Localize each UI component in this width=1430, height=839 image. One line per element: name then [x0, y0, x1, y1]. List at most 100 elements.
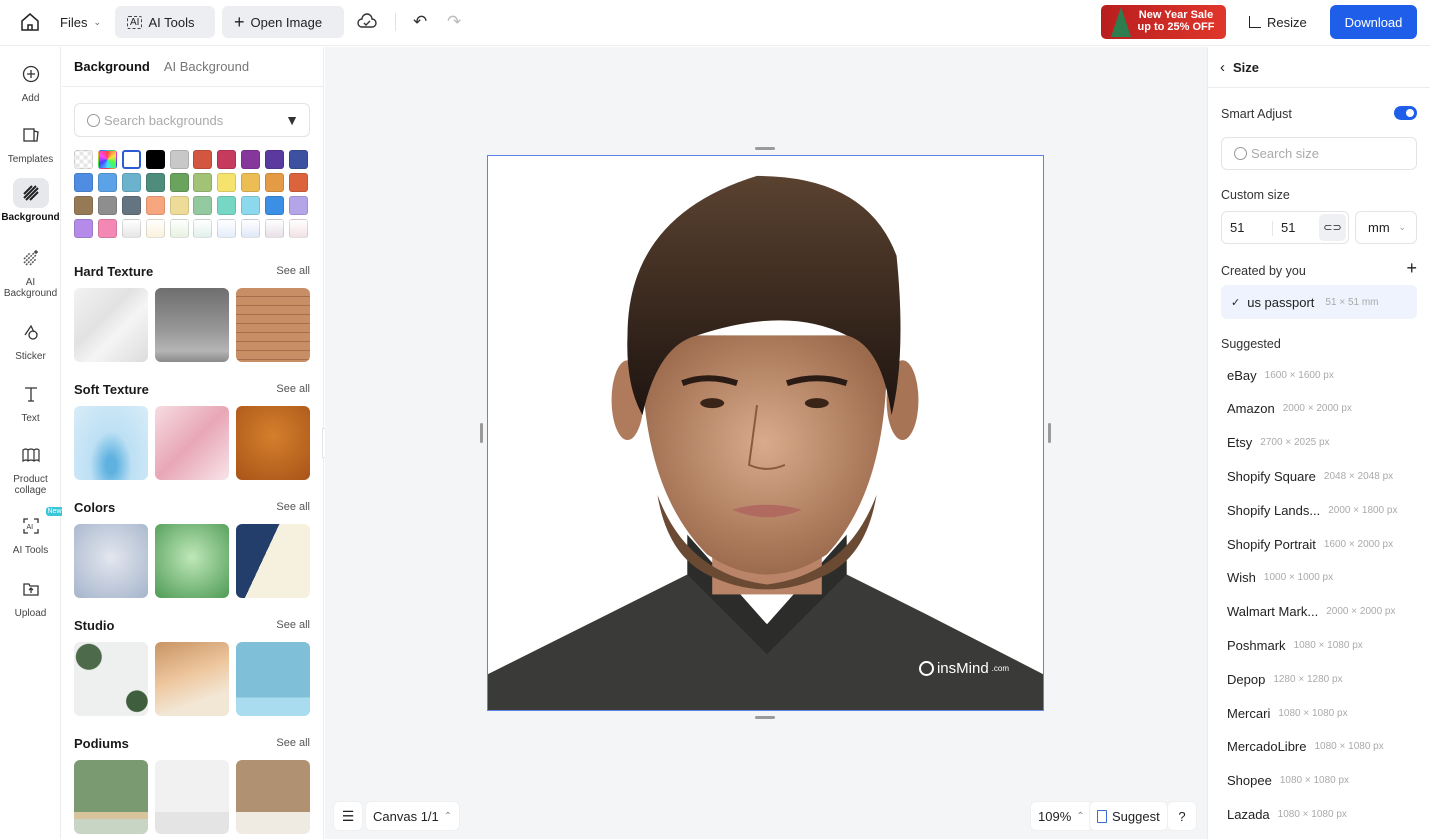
tab-ai-background[interactable]: AI Background: [164, 59, 249, 74]
color-swatch[interactable]: [121, 173, 141, 192]
open-image-button[interactable]: + Open Image: [222, 6, 344, 38]
color-swatch[interactable]: [193, 150, 213, 169]
suggested-size-item[interactable]: Mercari 1080 × 1080 px: [1227, 703, 1348, 723]
sidebar-item-background[interactable]: Background: [0, 178, 61, 223]
color-swatch[interactable]: [265, 150, 285, 169]
undo-button[interactable]: ↶: [413, 6, 427, 38]
color-swatch[interactable]: [217, 196, 237, 215]
back-icon[interactable]: ‹: [1220, 59, 1225, 76]
background-thumb-blue-gray-gradient[interactable]: [74, 524, 148, 598]
see-all-link[interactable]: See all: [276, 383, 310, 395]
color-swatch[interactable]: [265, 219, 285, 238]
color-swatch[interactable]: [74, 219, 93, 238]
canvas-selector[interactable]: Canvas 1/1 ⌃: [366, 802, 460, 830]
help-button[interactable]: ?: [1168, 802, 1196, 830]
color-swatch[interactable]: [169, 196, 189, 215]
color-swatch[interactable]: [193, 219, 213, 238]
resize-handle-bottom[interactable]: [755, 716, 775, 719]
color-swatch[interactable]: [145, 219, 165, 238]
files-menu[interactable]: Files ⌄: [60, 6, 101, 38]
color-swatch[interactable]: [265, 196, 285, 215]
background-thumb-tan-podium[interactable]: [236, 760, 310, 834]
color-swatch[interactable]: [193, 173, 213, 192]
suggested-size-item[interactable]: Lazada 1080 × 1080 px: [1227, 804, 1347, 824]
sidebar-item-add[interactable]: Add: [0, 59, 61, 104]
home-button[interactable]: [20, 6, 42, 38]
cloud-save-button[interactable]: [357, 6, 377, 38]
search-backgrounds-input[interactable]: Search backgrounds ▼: [74, 103, 310, 137]
suggest-button[interactable]: Suggest: [1090, 802, 1167, 830]
color-swatch[interactable]: [74, 196, 93, 215]
height-input[interactable]: 51: [1281, 220, 1295, 235]
background-thumb-wood[interactable]: [236, 288, 310, 362]
download-button[interactable]: Download: [1330, 5, 1417, 39]
see-all-link[interactable]: See all: [276, 501, 310, 513]
sidebar-item-ai-tools[interactable]: AI New AI Tools: [0, 507, 64, 556]
color-swatch[interactable]: [241, 150, 261, 169]
background-thumb-beige-drape[interactable]: [155, 642, 229, 716]
color-swatch[interactable]: [289, 150, 309, 169]
color-swatch[interactable]: [97, 150, 117, 169]
color-swatch[interactable]: [145, 173, 165, 192]
suggested-size-item[interactable]: Etsy 2700 × 2025 px: [1227, 433, 1330, 453]
suggested-size-item[interactable]: Walmart Mark... 2000 × 2000 px: [1227, 602, 1395, 622]
see-all-link[interactable]: See all: [276, 737, 310, 749]
color-swatch[interactable]: [121, 196, 141, 215]
color-swatch[interactable]: [265, 173, 285, 192]
suggested-size-item[interactable]: Wish 1000 × 1000 px: [1227, 568, 1333, 588]
color-swatch[interactable]: [97, 196, 117, 215]
created-size-item[interactable]: ✓ us passport 51 × 51 mm: [1221, 285, 1417, 319]
sidebar-item-templates[interactable]: Templates: [0, 120, 61, 165]
link-aspect-icon[interactable]: ⊂⊃: [1319, 214, 1346, 241]
color-swatch[interactable]: [241, 219, 261, 238]
add-size-icon[interactable]: +: [1406, 258, 1417, 279]
color-swatch[interactable]: [169, 150, 189, 169]
color-swatch[interactable]: [97, 219, 117, 238]
suggested-size-item[interactable]: Amazon 2000 × 2000 px: [1227, 399, 1352, 419]
background-thumb-pink-silk[interactable]: [155, 406, 229, 480]
color-swatch[interactable]: [145, 196, 165, 215]
suggested-size-item[interactable]: Shopify Portrait 1600 × 2000 px: [1227, 534, 1393, 554]
ai-tools-button[interactable]: AI AI Tools: [115, 6, 215, 38]
color-swatch[interactable]: [289, 196, 309, 215]
suggested-size-item[interactable]: Shopee 1080 × 1080 px: [1227, 771, 1349, 791]
background-thumb-green-podium[interactable]: [74, 760, 148, 834]
zoom-control[interactable]: 109% ⌃: [1031, 802, 1092, 830]
redo-button[interactable]: ↷: [447, 6, 461, 38]
suggested-size-item[interactable]: Depop 1280 × 1280 px: [1227, 669, 1343, 689]
color-swatch[interactable]: [289, 219, 309, 238]
color-swatch[interactable]: [145, 150, 165, 169]
see-all-link[interactable]: See all: [276, 619, 310, 631]
sidebar-item-upload[interactable]: Upload: [0, 574, 61, 619]
width-input[interactable]: 51: [1230, 220, 1244, 235]
resize-button[interactable]: Resize: [1249, 6, 1307, 38]
color-swatch[interactable]: [74, 150, 93, 169]
background-thumb-plants-white[interactable]: [74, 642, 148, 716]
color-swatch[interactable]: [217, 150, 237, 169]
search-size-input[interactable]: Search size: [1221, 137, 1417, 170]
artboard[interactable]: insMind .com: [487, 155, 1044, 711]
sidebar-item-ai-background[interactable]: AI Background: [0, 243, 61, 299]
smart-adjust-toggle[interactable]: [1394, 106, 1417, 120]
background-thumb-white-podium[interactable]: [155, 760, 229, 834]
color-swatch[interactable]: [217, 173, 237, 192]
background-thumb-marble[interactable]: [74, 288, 148, 362]
color-swatch[interactable]: [169, 219, 189, 238]
suggested-size-item[interactable]: MercadoLibre 1080 × 1080 px: [1227, 737, 1384, 757]
background-thumb-green-gradient[interactable]: [155, 524, 229, 598]
tab-background[interactable]: Background: [74, 59, 150, 74]
color-swatch[interactable]: [169, 173, 189, 192]
color-swatch[interactable]: [121, 150, 141, 169]
color-swatch[interactable]: [74, 173, 93, 192]
suggested-size-item[interactable]: Poshmark 1080 × 1080 px: [1227, 635, 1363, 655]
resize-handle-right[interactable]: [1048, 423, 1051, 443]
suggested-size-item[interactable]: Shopify Lands... 2000 × 1800 px: [1227, 500, 1397, 520]
filter-icon[interactable]: ▼: [285, 112, 299, 128]
color-swatch[interactable]: [241, 173, 261, 192]
sidebar-item-text[interactable]: Text: [0, 379, 61, 424]
color-swatch[interactable]: [97, 173, 117, 192]
portrait-photo[interactable]: [488, 156, 1043, 710]
background-thumb-blue-wall[interactable]: [236, 642, 310, 716]
color-swatch[interactable]: [121, 219, 141, 238]
background-thumb-concrete[interactable]: [155, 288, 229, 362]
